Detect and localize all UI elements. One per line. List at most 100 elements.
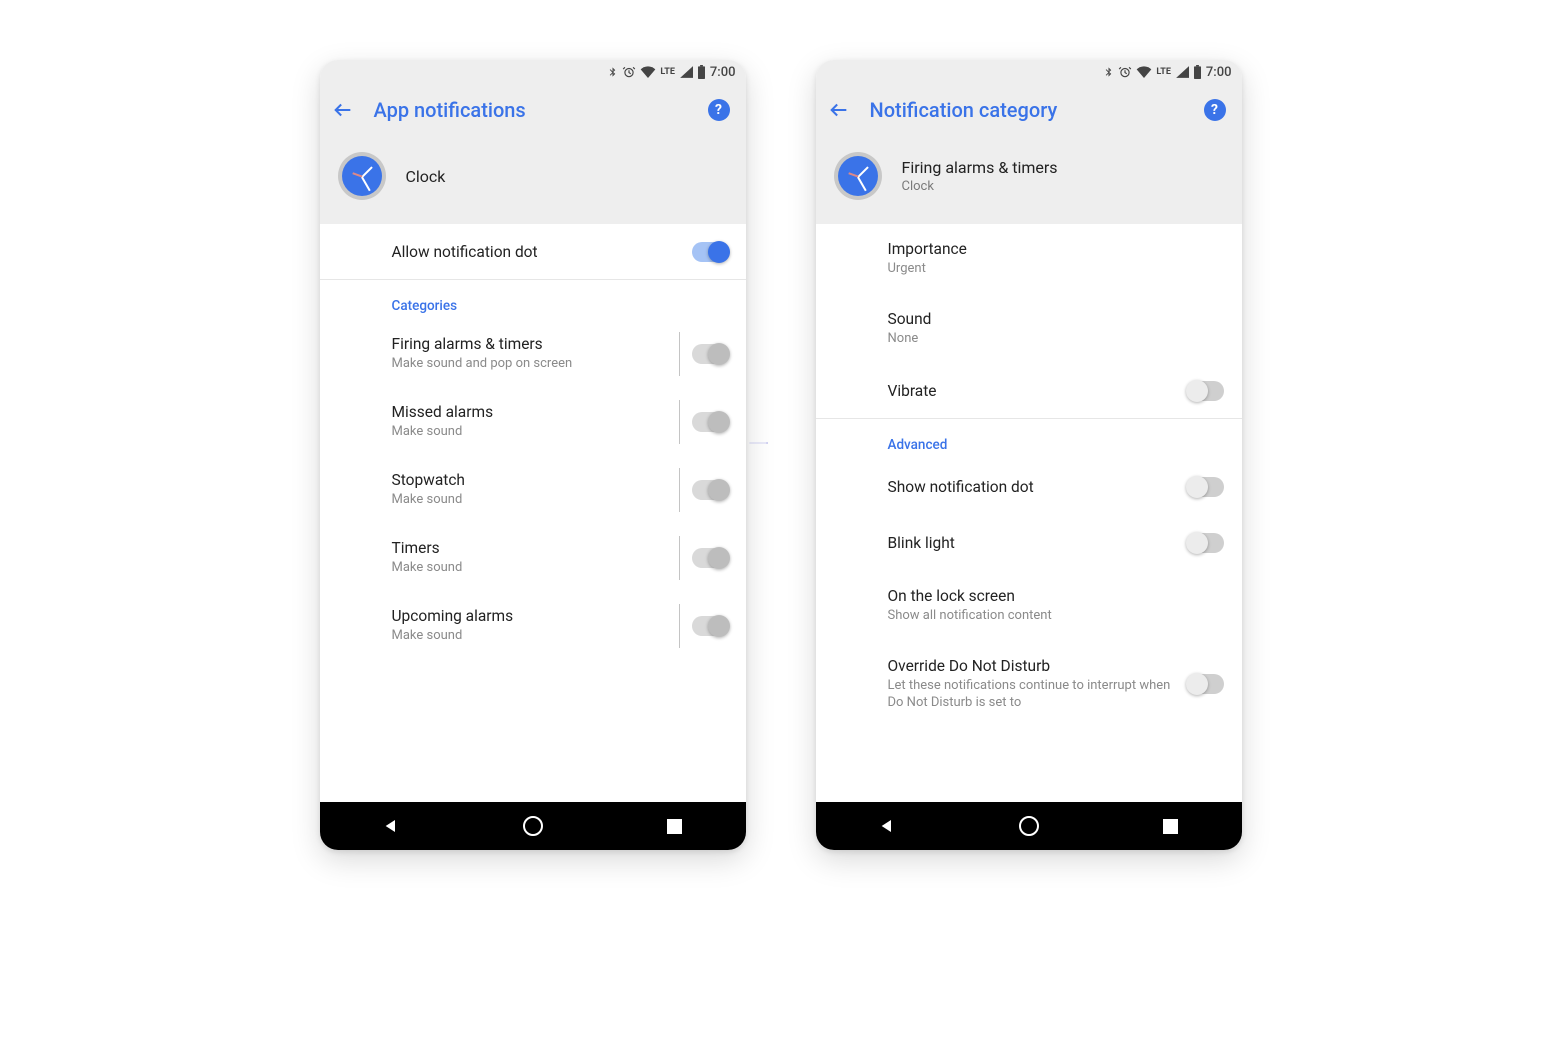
blink-switch[interactable] xyxy=(1188,533,1224,553)
triangle-back-icon xyxy=(383,818,399,834)
categories-header: Categories xyxy=(320,280,746,320)
alarm-icon xyxy=(1118,65,1132,79)
category-switch[interactable] xyxy=(692,344,728,364)
back-button[interactable] xyxy=(828,99,850,121)
phone-right: LTE 7:00 Notification category ? Firing … xyxy=(816,60,1242,850)
lte-label: LTE xyxy=(660,67,675,77)
importance-row[interactable]: Importance Urgent xyxy=(816,224,1242,294)
category-timers[interactable]: Timers Make sound xyxy=(320,524,746,592)
lockscreen-value: Show all notification content xyxy=(888,607,1216,625)
nav-home-button[interactable] xyxy=(513,806,553,846)
circle-home-icon xyxy=(523,816,543,836)
content: Allow notification dot Categories Firing… xyxy=(320,224,746,802)
signal-icon xyxy=(679,66,693,78)
category-label: Stopwatch xyxy=(392,471,665,489)
app-name: Clock xyxy=(406,167,446,186)
circle-home-icon xyxy=(1019,816,1039,836)
arrow-left-icon xyxy=(828,99,850,121)
show-dot-label: Show notification dot xyxy=(888,478,1180,496)
clock-app-icon xyxy=(338,152,386,200)
category-switch[interactable] xyxy=(692,480,728,500)
blink-light-row[interactable]: Blink light xyxy=(816,515,1242,571)
app-name-sub: Clock xyxy=(902,179,1058,194)
lock-screen-row[interactable]: On the lock screen Show all notification… xyxy=(816,571,1242,641)
app-bar: Notification category ? xyxy=(816,84,1242,136)
vibrate-label: Vibrate xyxy=(888,382,1180,400)
vibrate-switch[interactable] xyxy=(1188,381,1224,401)
allow-dot-label: Allow notification dot xyxy=(392,243,684,261)
category-label: Timers xyxy=(392,539,665,557)
vibrate-row[interactable]: Vibrate xyxy=(816,363,1242,419)
category-switch[interactable] xyxy=(692,548,728,568)
android-navbar xyxy=(816,802,1242,850)
override-dnd-row[interactable]: Override Do Not Disturb Let these notifi… xyxy=(816,641,1242,728)
back-button[interactable] xyxy=(332,99,354,121)
help-button[interactable]: ? xyxy=(708,99,730,121)
page-title: Notification category xyxy=(870,98,1184,122)
importance-value: Urgent xyxy=(888,260,1216,278)
bluetooth-icon xyxy=(1103,65,1114,79)
alarm-icon xyxy=(622,65,636,79)
sound-label: Sound xyxy=(888,310,1216,328)
battery-icon xyxy=(1193,65,1202,79)
dnd-switch[interactable] xyxy=(1188,674,1224,694)
status-time: 7:00 xyxy=(1206,65,1232,80)
category-sub: Make sound xyxy=(392,559,665,577)
nav-recents-button[interactable] xyxy=(1151,806,1191,846)
comparison-stage: LTE 7:00 App notifications ? Clock xyxy=(0,0,1561,1051)
app-header: Firing alarms & timers Clock xyxy=(816,136,1242,224)
category-label: Firing alarms & timers xyxy=(392,335,665,353)
channel-name: Firing alarms & timers xyxy=(902,158,1058,177)
category-sub: Make sound xyxy=(392,627,665,645)
clock-app-icon xyxy=(834,152,882,200)
triangle-back-icon xyxy=(879,818,895,834)
category-sub: Make sound and pop on screen xyxy=(392,355,665,373)
blink-label: Blink light xyxy=(888,534,1180,552)
flow-arrow-icon xyxy=(644,442,874,444)
show-dot-switch[interactable] xyxy=(1188,477,1224,497)
help-icon: ? xyxy=(715,102,722,118)
square-recents-icon xyxy=(667,819,682,834)
category-stopwatch[interactable]: Stopwatch Make sound xyxy=(320,456,746,524)
wifi-icon xyxy=(1136,66,1152,78)
category-upcoming-alarms[interactable]: Upcoming alarms Make sound xyxy=(320,592,746,660)
show-notification-dot-row[interactable]: Show notification dot xyxy=(816,459,1242,515)
category-sub: Make sound xyxy=(392,423,665,441)
help-icon: ? xyxy=(1211,102,1218,118)
bluetooth-icon xyxy=(607,65,618,79)
category-missed-alarms[interactable]: Missed alarms Make sound xyxy=(320,388,746,456)
divider-icon xyxy=(679,332,680,376)
allow-dot-switch[interactable] xyxy=(692,242,728,262)
app-header: Clock xyxy=(320,136,746,224)
nav-back-button[interactable] xyxy=(867,806,907,846)
nav-back-button[interactable] xyxy=(371,806,411,846)
category-switch[interactable] xyxy=(692,616,728,636)
sound-value: None xyxy=(888,330,1216,348)
phone-left: LTE 7:00 App notifications ? Clock xyxy=(320,60,746,850)
square-recents-icon xyxy=(1163,819,1178,834)
status-bar: LTE 7:00 xyxy=(320,60,746,84)
divider-icon xyxy=(679,604,680,648)
category-label: Missed alarms xyxy=(392,403,665,421)
lte-label: LTE xyxy=(1156,67,1171,77)
divider-icon xyxy=(679,400,680,444)
status-time: 7:00 xyxy=(710,65,736,80)
category-label: Upcoming alarms xyxy=(392,607,665,625)
content: Importance Urgent Sound None Vibrate Adv… xyxy=(816,224,1242,802)
allow-notification-dot-row[interactable]: Allow notification dot xyxy=(320,224,746,280)
nav-recents-button[interactable] xyxy=(655,806,695,846)
app-bar: App notifications ? xyxy=(320,84,746,136)
help-button[interactable]: ? xyxy=(1204,99,1226,121)
page-title: App notifications xyxy=(374,98,688,122)
sound-row[interactable]: Sound None xyxy=(816,294,1242,364)
dnd-value: Let these notifications continue to inte… xyxy=(888,677,1180,712)
dnd-label: Override Do Not Disturb xyxy=(888,657,1180,675)
category-switch[interactable] xyxy=(692,412,728,432)
category-firing-alarms[interactable]: Firing alarms & timers Make sound and po… xyxy=(320,320,746,388)
divider-icon xyxy=(679,468,680,512)
advanced-header: Advanced xyxy=(816,419,1242,459)
wifi-icon xyxy=(640,66,656,78)
nav-home-button[interactable] xyxy=(1009,806,1049,846)
category-sub: Make sound xyxy=(392,491,665,509)
battery-icon xyxy=(697,65,706,79)
